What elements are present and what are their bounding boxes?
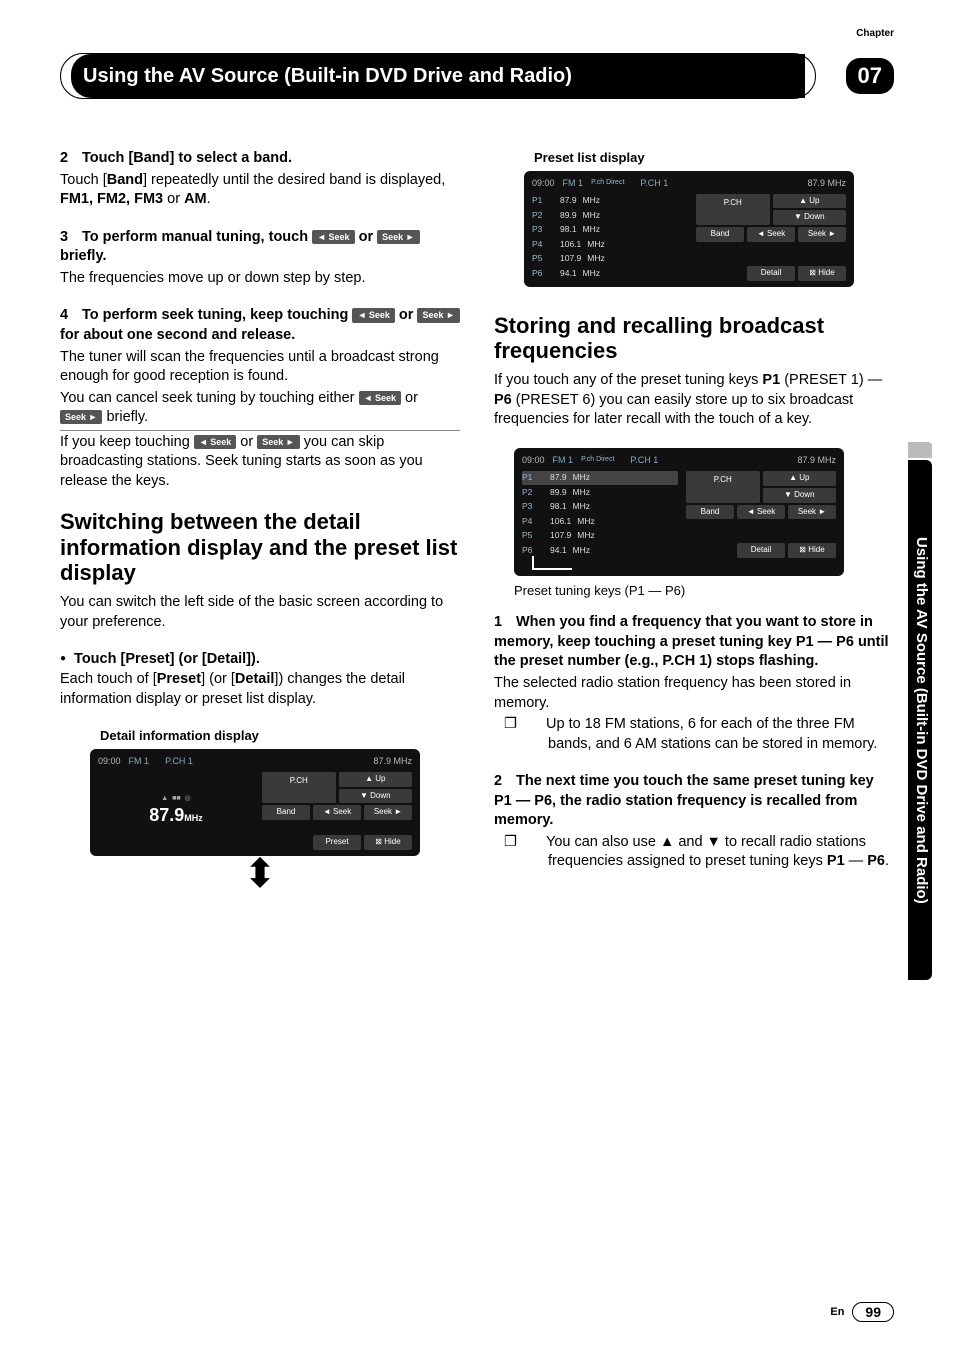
touch-preset-head: Touch [Preset] (or [Detail]). bbox=[60, 650, 460, 670]
seek-left-icon: ◄ Seek bbox=[194, 435, 236, 449]
seek-right-button[interactable]: Seek ► bbox=[788, 505, 836, 520]
right-column: Preset list display 09:00 FM 1 P.ch Dire… bbox=[494, 149, 894, 890]
storing-step2-head: 2The next time you touch the same preset… bbox=[494, 772, 894, 831]
note-memory-capacity: ❐Up to 18 FM stations, 6 for each of the… bbox=[548, 715, 894, 754]
step4-body3: If you keep touching ◄ Seek or Seek ► yo… bbox=[60, 430, 460, 492]
caption-detail-display: Detail information display bbox=[100, 727, 460, 745]
chapter-label: Chapter bbox=[856, 28, 894, 39]
preset-row[interactable]: P187.9MHz bbox=[522, 471, 678, 485]
chapter-number-badge: 07 bbox=[846, 58, 894, 94]
step2-body: Touch [Band] repeatedly until the desire… bbox=[60, 171, 460, 210]
preset-row[interactable]: P5107.9MHz bbox=[522, 529, 678, 543]
band-button[interactable]: Band bbox=[686, 505, 734, 520]
preset-row[interactable]: P4106.1MHz bbox=[532, 237, 688, 251]
detail-button[interactable]: Detail bbox=[737, 543, 785, 558]
band-button[interactable]: Band bbox=[262, 805, 310, 820]
seek-right-button[interactable]: Seek ► bbox=[798, 227, 846, 242]
hide-button[interactable]: ⊠ Hide bbox=[364, 835, 412, 850]
step3-head: 3To perform manual tuning, touch ◄ Seek … bbox=[60, 228, 460, 267]
preset-tuning-screenshot: 09:00 FM 1 P.ch Direct P.CH 1 87.9 MHz P… bbox=[514, 448, 844, 576]
detail-info-screenshot: 09:00 FM 1 P.CH 1 87.9 MHz ▲■■◎ 87.9MHz … bbox=[90, 749, 420, 856]
step4-body1: The tuner will scan the frequencies unti… bbox=[60, 348, 460, 387]
switch-body: You can switch the left side of the basi… bbox=[60, 593, 460, 632]
page-footer: En 99 bbox=[830, 1302, 894, 1322]
seek-right-icon: Seek ► bbox=[377, 230, 419, 244]
seek-left-button[interactable]: ◄ Seek bbox=[747, 227, 795, 242]
pch-button[interactable]: P.CH bbox=[686, 471, 760, 503]
storing-body: If you touch any of the preset tuning ke… bbox=[494, 371, 894, 430]
storing-step1-body: The selected radio station frequency has… bbox=[494, 674, 894, 713]
storing-step1-head: 1When you find a frequency that you want… bbox=[494, 613, 894, 672]
heading-storing: Storing and recalling broadcast frequenc… bbox=[494, 313, 894, 364]
seek-right-button[interactable]: Seek ► bbox=[364, 805, 412, 820]
seek-left-button[interactable]: ◄ Seek bbox=[737, 505, 785, 520]
header-title: Using the AV Source (Built-in DVD Drive … bbox=[71, 54, 805, 98]
touch-preset-body: Each touch of [Preset] (or [Detail]) cha… bbox=[60, 670, 460, 709]
step4-head: 4To perform seek tuning, keep touching ◄… bbox=[60, 306, 460, 345]
up-button[interactable]: ▲ Up bbox=[763, 471, 837, 486]
side-tab: Using the AV Source (Built-in DVD Drive … bbox=[908, 460, 932, 980]
step2-head: Touch [Band] to select a band. bbox=[82, 150, 292, 166]
preset-row[interactable]: P5107.9MHz bbox=[532, 252, 688, 266]
footer-lang: En bbox=[830, 1306, 844, 1318]
preset-button[interactable]: Preset bbox=[313, 835, 361, 850]
seek-right-icon: Seek ► bbox=[257, 435, 299, 449]
band-button[interactable]: Band bbox=[696, 227, 744, 242]
preset-list-screenshot: 09:00 FM 1 P.ch Direct P.CH 1 87.9 MHz P… bbox=[524, 171, 854, 287]
caption-tuning-keys: Preset tuning keys (P1 — P6) bbox=[514, 582, 894, 600]
down-button[interactable]: ▼ Down bbox=[339, 789, 413, 804]
pch-button[interactable]: P.CH bbox=[262, 772, 336, 804]
left-column: 2Touch [Band] to select a band. Touch [B… bbox=[60, 149, 460, 890]
side-tab-stub bbox=[908, 442, 932, 458]
step3-body: The frequencies move up or down step by … bbox=[60, 269, 460, 289]
footer-page-number: 99 bbox=[852, 1302, 894, 1322]
preset-row[interactable]: P4106.1MHz bbox=[522, 514, 678, 528]
transition-arrow-icon: ⬍ bbox=[60, 862, 460, 886]
step4-body2: You can cancel seek tuning by touching e… bbox=[60, 389, 460, 428]
down-button[interactable]: ▼ Down bbox=[763, 488, 837, 503]
up-button[interactable]: ▲ Up bbox=[773, 194, 847, 209]
preset-row[interactable]: P694.1MHz bbox=[532, 266, 688, 280]
detail-button[interactable]: Detail bbox=[747, 266, 795, 281]
seek-left-button[interactable]: ◄ Seek bbox=[313, 805, 361, 820]
seek-right-icon: Seek ► bbox=[60, 410, 102, 424]
seek-left-icon: ◄ Seek bbox=[312, 230, 354, 244]
preset-row[interactable]: P289.9MHz bbox=[522, 485, 678, 499]
note-recall-arrows: ❐You can also use ▲ and ▼ to recall radi… bbox=[548, 833, 894, 872]
seek-left-icon: ◄ Seek bbox=[352, 308, 394, 322]
preset-row[interactable]: P289.9MHz bbox=[532, 208, 688, 222]
preset-row[interactable]: P398.1MHz bbox=[532, 223, 688, 237]
preset-row[interactable]: P694.1MHz bbox=[522, 543, 678, 557]
seek-left-icon: ◄ Seek bbox=[359, 391, 401, 405]
pch-button[interactable]: P.CH bbox=[696, 194, 770, 226]
down-button[interactable]: ▼ Down bbox=[773, 210, 847, 225]
hide-button[interactable]: ⊠ Hide bbox=[788, 543, 836, 558]
caption-preset-display: Preset list display bbox=[534, 149, 894, 167]
preset-row[interactable]: P187.9MHz bbox=[532, 194, 688, 208]
hide-button[interactable]: ⊠ Hide bbox=[798, 266, 846, 281]
page-header: Using the AV Source (Built-in DVD Drive … bbox=[60, 53, 894, 99]
up-button[interactable]: ▲ Up bbox=[339, 772, 413, 787]
heading-switch-display: Switching between the detail information… bbox=[60, 509, 460, 585]
preset-row[interactable]: P398.1MHz bbox=[522, 500, 678, 514]
seek-right-icon: Seek ► bbox=[417, 308, 459, 322]
